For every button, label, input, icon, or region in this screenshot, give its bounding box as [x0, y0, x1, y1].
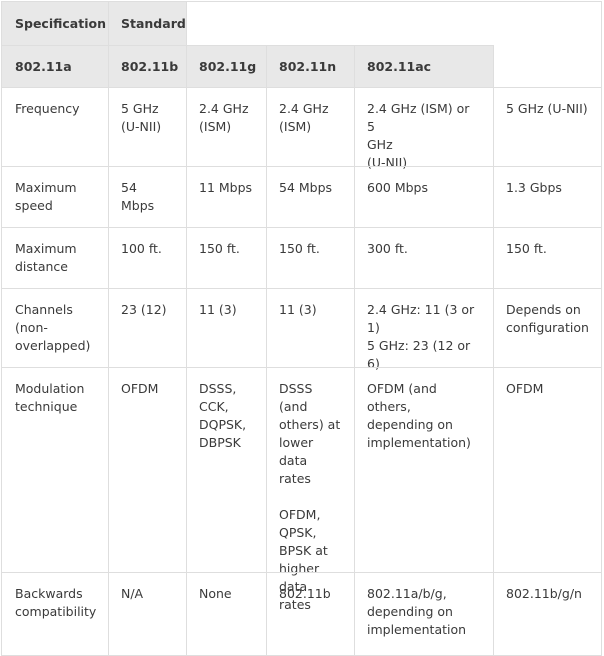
table-cell: 150 ft. [506, 241, 547, 256]
header-standard: Standard [108, 2, 186, 45]
table-cell: OFDM (and others, depending on implement… [367, 381, 471, 450]
table-cell: 11 Mbps [199, 180, 253, 195]
table-cell: 54 Mbps [279, 180, 333, 195]
grid-vline [493, 45, 494, 656]
header-standard-80211a: 802.11a [2, 45, 108, 87]
table-cell: 802.11b [279, 586, 331, 601]
header-standard-80211ac: 802.11ac [354, 45, 493, 87]
row-label: Modulation technique [15, 381, 85, 414]
table-cell: 100 ft. [121, 241, 162, 256]
grid-hline [2, 367, 602, 368]
header-standard-80211b: 802.11b [108, 45, 186, 87]
grid-vline [266, 45, 267, 656]
row-label: Maximum distance [15, 241, 77, 274]
table-cell: 150 ft. [199, 241, 240, 256]
table-cell: OFDM [506, 381, 544, 396]
header-standard-80211g: 802.11g [186, 45, 266, 87]
grid-hline [2, 45, 493, 46]
table-cell: 150 ft. [279, 241, 320, 256]
grid-vline [186, 2, 187, 656]
grid-vline [493, 45, 494, 87]
grid-vline [108, 2, 109, 656]
table-cell: 300 ft. [367, 241, 408, 256]
row-label: Maximum speed [15, 180, 77, 213]
row-label: Channels (non- overlapped) [15, 302, 91, 353]
table-cell: 11 (3) [279, 302, 317, 317]
table-cell: 23 (12) [121, 302, 167, 317]
grid-hline [2, 572, 602, 573]
grid-vline [354, 45, 355, 656]
table-cell: 2.4 GHz: 11 (3 or 1) 5 GHz: 23 (12 or 6) [367, 302, 475, 371]
table-cell: 802.11b/g/n [506, 586, 582, 601]
table-cell: 600 Mbps [367, 180, 428, 195]
grid-hline [2, 227, 602, 228]
table-cell: N/A [121, 586, 144, 601]
grid-hline [2, 288, 602, 289]
row-label: Frequency [15, 101, 80, 116]
grid-hline [2, 87, 602, 88]
table-cell: 2.4 GHz (ISM) [199, 101, 249, 134]
table-cell: 2.4 GHz (ISM) or 5 GHz (U-NII) [367, 101, 470, 170]
table-cell: OFDM [121, 381, 159, 396]
table-cell: DSSS, CCK, DQPSK, DBPSK [199, 381, 247, 450]
row-label: Backwards compatibility [15, 586, 97, 619]
header-standard-80211n: 802.11n [266, 45, 354, 87]
table-cell: 5 GHz (U-NII) [506, 101, 588, 116]
table-cell: 2.4 GHz (ISM) [279, 101, 329, 134]
table-cell: 802.11a/b/g, depending on implementation [367, 586, 467, 637]
table-cell: 1.3 Gbps [506, 180, 562, 195]
grid-hline [2, 166, 602, 167]
header-specification: Specification [2, 2, 108, 45]
table-cell: None [199, 586, 232, 601]
table-cell: 54 Mbps [121, 180, 155, 213]
table-cell: 11 (3) [199, 302, 237, 317]
table-cell: Depends on configuration [506, 302, 589, 335]
table-cell: DSSS (and others) at lower data rates OF… [279, 381, 341, 612]
table-cell: 5 GHz (U-NII) [121, 101, 162, 134]
